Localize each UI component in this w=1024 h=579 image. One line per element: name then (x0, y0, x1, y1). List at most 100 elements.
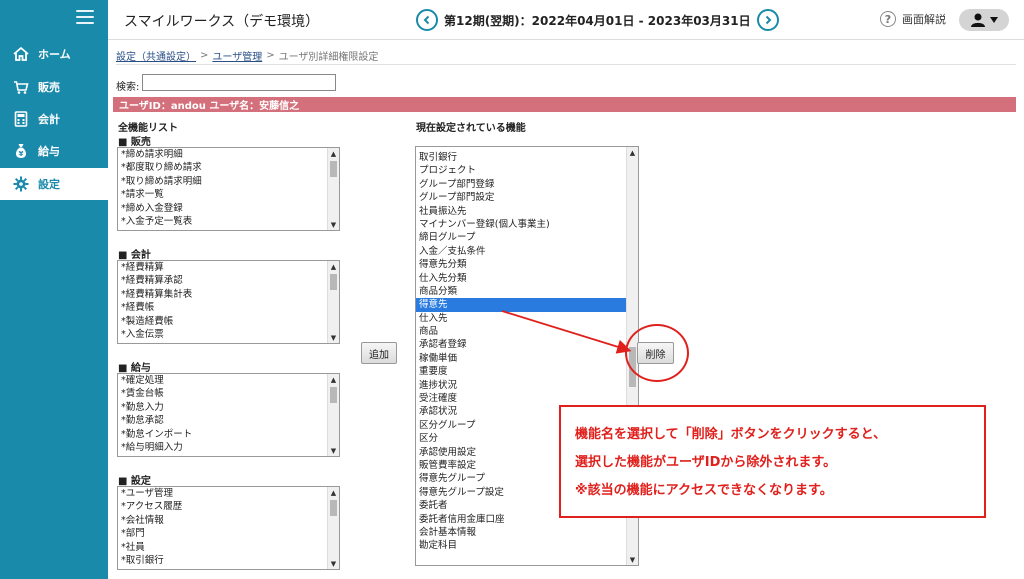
scroll-down-icon[interactable]: ▼ (627, 554, 638, 565)
user-icon (970, 13, 985, 27)
scroll-down-icon[interactable]: ▼ (328, 558, 339, 569)
list-item[interactable]: 受注確度 (416, 392, 626, 405)
list-item[interactable]: *アクセス履歴 (118, 500, 327, 513)
list-item[interactable]: *都度取り締め請求 (118, 161, 327, 174)
scroll-thumb[interactable] (330, 387, 337, 403)
annotation-circle (625, 324, 689, 382)
accounting-function-list[interactable]: *経費精算 *経費精算承認 *経費精算集計表 *経費帳 *製造経費帳 *入金伝票… (117, 260, 340, 344)
list-item[interactable]: *ユーザ管理 (118, 487, 327, 500)
scroll-up-icon[interactable]: ▲ (627, 147, 638, 158)
list-item[interactable]: 仕入先 (416, 312, 626, 325)
add-button[interactable]: 追加 (361, 342, 397, 364)
period-text: 第12期(翌期)：2022年04月01日 - 2023年03月31日 (444, 13, 751, 28)
list-item[interactable]: 会計基本情報 (416, 526, 626, 539)
list-item[interactable]: 締日グループ (416, 231, 626, 244)
list-item[interactable]: 進捗状況 (416, 379, 626, 392)
next-period-button[interactable] (756, 9, 779, 31)
list-item[interactable]: 仕入先分類 (416, 272, 626, 285)
list-item[interactable]: *勤怠承認 (118, 414, 327, 427)
list-item[interactable]: *締め請求明細 (118, 148, 327, 161)
scroll-down-icon[interactable]: ▼ (328, 219, 339, 230)
list-item[interactable]: 稼働単価 (416, 352, 626, 365)
scroll-thumb[interactable] (330, 161, 337, 177)
list-item[interactable]: 入金／支払条件 (416, 245, 626, 258)
help-link[interactable]: ? 画面解説 (880, 11, 946, 27)
list-item[interactable]: 得意先分類 (416, 258, 626, 271)
sidebar-item-settings[interactable]: 設定 (0, 168, 108, 200)
list-item[interactable]: *社員 (118, 541, 327, 554)
sidebar-item-accounting[interactable]: 会計 (0, 103, 108, 135)
list-item[interactable]: *確定処理 (118, 374, 327, 387)
breadcrumb-separator: > (200, 50, 209, 61)
list-item[interactable]: グループ部門登録 (416, 178, 626, 191)
settings-function-list[interactable]: *ユーザ管理 *アクセス履歴 *会社情報 *部門 *社員 *取引銀行 ▲ ▼ (117, 486, 340, 570)
caret-down-icon (989, 17, 998, 23)
user-menu-button[interactable] (959, 9, 1009, 31)
list-item[interactable]: *経費精算 (118, 261, 327, 274)
list-item[interactable]: *経費帳 (118, 301, 327, 314)
breadcrumb-current: ユーザ別詳細権限設定 (278, 52, 379, 63)
category-label-sales: ■ 販売 (118, 137, 151, 148)
header: スマイルワークス（デモ環境） 第12期(翌期)：2022年04月01日 - 20… (108, 0, 1024, 40)
list-item[interactable]: *入金伝票 (118, 328, 327, 341)
list-item[interactable]: *部門 (118, 527, 327, 540)
list-item[interactable]: *給与明細入力 (118, 441, 327, 454)
breadcrumb: 設定（共通設定） > ユーザ管理 > ユーザ別詳細権限設定 (116, 48, 378, 63)
hamburger-menu-icon[interactable] (76, 10, 94, 24)
scroll-up-icon[interactable]: ▲ (328, 148, 339, 159)
list-item[interactable]: *製造経費帳 (118, 315, 327, 328)
breadcrumb-user-management-link[interactable]: ユーザ管理 (212, 48, 262, 63)
list-item[interactable]: *賃金台帳 (118, 387, 327, 400)
list-item[interactable]: プロジェクト (416, 164, 626, 177)
sidebar-item-payroll[interactable]: ¥ 給与 (0, 135, 108, 167)
sidebar-item-label: 会計 (38, 113, 60, 126)
list-item[interactable]: 社員振込先 (416, 205, 626, 218)
scroll-up-icon[interactable]: ▲ (328, 487, 339, 498)
scrollbar[interactable]: ▲ ▼ (327, 374, 339, 456)
list-item[interactable]: 勘定科目 (416, 539, 626, 552)
list-item[interactable]: *取引銀行 (118, 554, 327, 567)
money-bag-icon: ¥ (12, 142, 30, 160)
list-item[interactable]: 商品 (416, 325, 626, 338)
sidebar-item-sales[interactable]: 販売 (0, 71, 108, 103)
scroll-up-icon[interactable]: ▲ (328, 261, 339, 272)
list-item[interactable]: *取り締め請求明細 (118, 175, 327, 188)
list-item[interactable]: *入金予定一覧表 (118, 215, 327, 228)
list-item[interactable]: *会社情報 (118, 514, 327, 527)
category-label-payroll: ■ 給与 (118, 363, 151, 374)
scroll-down-icon[interactable]: ▼ (328, 445, 339, 456)
breadcrumb-settings-link[interactable]: 設定（共通設定） (116, 48, 196, 63)
list-item[interactable]: *勤怠入力 (118, 401, 327, 414)
breadcrumb-separator: > (266, 50, 275, 61)
cart-icon (12, 78, 30, 96)
list-item[interactable]: *勤怠インポート (118, 428, 327, 441)
list-item[interactable]: *締め入金登録 (118, 202, 327, 215)
sidebar-item-home[interactable]: ホーム (0, 38, 108, 70)
payroll-function-list[interactable]: *確定処理 *賃金台帳 *勤怠入力 *勤怠承認 *勤怠インポート *給与明細入力… (117, 373, 340, 457)
scrollbar[interactable]: ▲ ▼ (327, 148, 339, 230)
list-item[interactable]: グループ部門設定 (416, 191, 626, 204)
scroll-down-icon[interactable]: ▼ (328, 332, 339, 343)
list-item[interactable]: *経費精算承認 (118, 274, 327, 287)
list-item[interactable]: マイナンバー登録(個人事業主) (416, 218, 626, 231)
list-item[interactable]: *経費精算集計表 (118, 288, 327, 301)
search-input[interactable] (142, 74, 336, 91)
list-item[interactable]: *請求一覧 (118, 188, 327, 201)
scroll-thumb[interactable] (330, 274, 337, 290)
chevron-left-icon (423, 15, 430, 25)
scrollbar[interactable]: ▲ ▼ (327, 487, 339, 569)
annotation-text: ※該当の機能にアクセスできなくなります。 (575, 483, 833, 498)
list-item[interactable]: 取引銀行 (416, 151, 626, 164)
list-item-selected[interactable]: 得意先 (416, 298, 626, 312)
scroll-up-icon[interactable]: ▲ (328, 374, 339, 385)
list-item[interactable]: 商品分類 (416, 285, 626, 298)
prev-period-button[interactable] (416, 9, 438, 31)
list-item[interactable]: 重要度 (416, 365, 626, 378)
list-item[interactable]: 承認者登録 (416, 338, 626, 351)
all-functions-title: 全機能リスト (118, 123, 178, 134)
scrollbar[interactable]: ▲ ▼ (327, 261, 339, 343)
gear-icon (12, 175, 30, 193)
sales-function-list[interactable]: *締め請求明細 *都度取り締め請求 *取り締め請求明細 *請求一覧 *締め入金登… (117, 147, 340, 231)
scroll-thumb[interactable] (330, 500, 337, 516)
question-icon: ? (880, 11, 896, 27)
